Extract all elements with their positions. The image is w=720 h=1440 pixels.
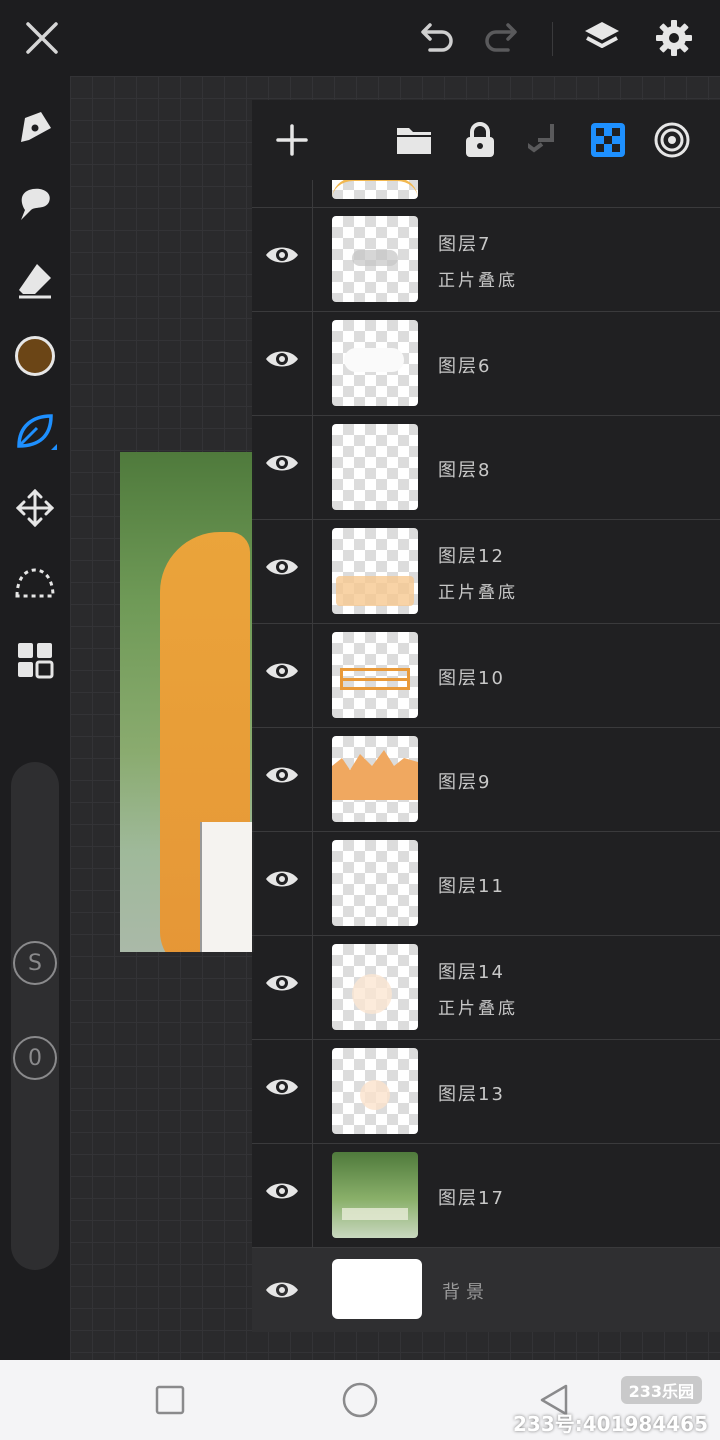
layers-panel-toolbar [252,100,720,180]
layer-thumbnail [332,736,418,822]
layer-name: 背景 [442,1282,490,1303]
row-divider [312,1040,313,1143]
undo-icon[interactable] [412,14,460,62]
opacity-slider-knob[interactable]: 0 [13,1036,57,1080]
eye-icon[interactable] [262,235,302,275]
eye-icon[interactable] [262,1171,302,1211]
layer-row[interactable]: 图层8 [252,415,720,519]
home-icon[interactable] [340,1380,380,1420]
layers-list[interactable]: 图层7 正片叠底 图层6 图层8 图层12 正片叠底 图层10 图层9 图层11… [252,180,720,1332]
layers-icon[interactable] [578,14,626,62]
layer-name: 图层12 [438,546,505,567]
layer-name: 图层9 [438,772,492,793]
layer-row-selected[interactable]: 背景 [252,1247,720,1332]
size-slider-knob[interactable]: S [13,941,57,985]
eye-icon[interactable] [262,547,302,587]
layer-row[interactable]: 图层11 [252,831,720,935]
move-icon[interactable] [11,484,59,532]
artwork-canvas[interactable] [120,452,254,952]
row-divider [312,180,313,208]
settings-icon[interactable] [650,14,698,62]
leaf-brush-icon[interactable] [11,408,59,456]
eye-icon[interactable] [262,651,302,691]
brush-size-opacity-slider[interactable] [11,762,59,1270]
eye-icon[interactable] [262,859,302,899]
layer-name: 图层17 [438,1188,505,1209]
layer-row[interactable]: 图层7 正片叠底 [252,207,720,311]
layer-blend-mode: 正片叠底 [438,583,518,603]
eye-icon[interactable] [262,1270,302,1310]
layer-thumbnail [332,216,418,302]
row-divider [312,728,313,831]
layers-panel: 图层7 正片叠底 图层6 图层8 图层12 正片叠底 图层10 图层9 图层11… [252,100,720,1332]
layer-name: 图层7 [438,234,492,255]
layer-thumbnail [332,320,418,406]
layer-name: 图层10 [438,668,505,689]
row-divider [312,832,313,935]
brush-icon[interactable] [11,180,59,228]
layer-name: 图层8 [438,460,492,481]
layer-row[interactable]: 图层17 [252,1143,720,1247]
layer-name: 图层13 [438,1084,505,1105]
row-divider [312,936,313,1039]
layer-thumbnail [332,840,418,926]
layer-thumbnail [332,1152,418,1238]
pen-icon[interactable] [11,104,59,152]
artwork-shirt [200,822,254,952]
layer-row-partial[interactable] [252,180,720,208]
layer-thumbnail [332,944,418,1030]
row-divider [312,1144,313,1247]
color-swatch[interactable] [11,332,59,380]
redo-icon[interactable] [478,14,526,62]
grid-icon[interactable] [11,636,59,684]
row-divider [312,624,313,727]
eye-icon[interactable] [262,755,302,795]
merge-down-icon[interactable] [522,118,566,162]
tool-sidebar: S 0 [0,76,70,1360]
layer-thumbnail [332,1259,422,1319]
layer-row[interactable]: 图层9 [252,727,720,831]
layer-thumbnail [332,528,418,614]
transparency-icon[interactable] [586,118,630,162]
recents-icon[interactable] [150,1380,190,1420]
top-toolbar [0,0,720,76]
layer-row[interactable]: 图层10 [252,623,720,727]
toolbar-divider [552,22,553,56]
eye-icon[interactable] [262,443,302,483]
layer-name: 图层6 [438,356,492,377]
row-divider [312,416,313,519]
eye-icon[interactable] [262,1067,302,1107]
lock-icon[interactable] [458,118,502,162]
row-divider [312,208,313,311]
layer-row[interactable]: 图层6 [252,311,720,415]
close-icon[interactable] [18,14,66,62]
layer-blend-mode: 正片叠底 [438,999,518,1019]
folder-icon[interactable] [392,118,436,162]
layer-thumbnail [332,424,418,510]
row-divider [312,520,313,623]
eye-icon[interactable] [262,339,302,379]
layer-row[interactable]: 图层13 [252,1039,720,1143]
layer-name: 图层14 [438,962,505,983]
layer-blend-mode: 正片叠底 [438,271,518,291]
eye-icon[interactable] [262,963,302,1003]
layer-thumbnail [332,1048,418,1134]
layer-name: 图层11 [438,876,505,897]
watermark-id: 233号:401984465 [513,1412,708,1436]
watermark-brand: 233乐园 [620,1376,702,1404]
row-divider [312,312,313,415]
add-icon[interactable] [270,118,314,162]
layer-thumbnail [332,632,418,718]
layer-row[interactable]: 图层12 正片叠底 [252,519,720,623]
layer-row[interactable]: 图层14 正片叠底 [252,935,720,1039]
lasso-icon[interactable] [11,560,59,608]
eraser-icon[interactable] [11,256,59,304]
layer-thumbnail [332,180,418,199]
clipping-icon[interactable] [650,118,694,162]
